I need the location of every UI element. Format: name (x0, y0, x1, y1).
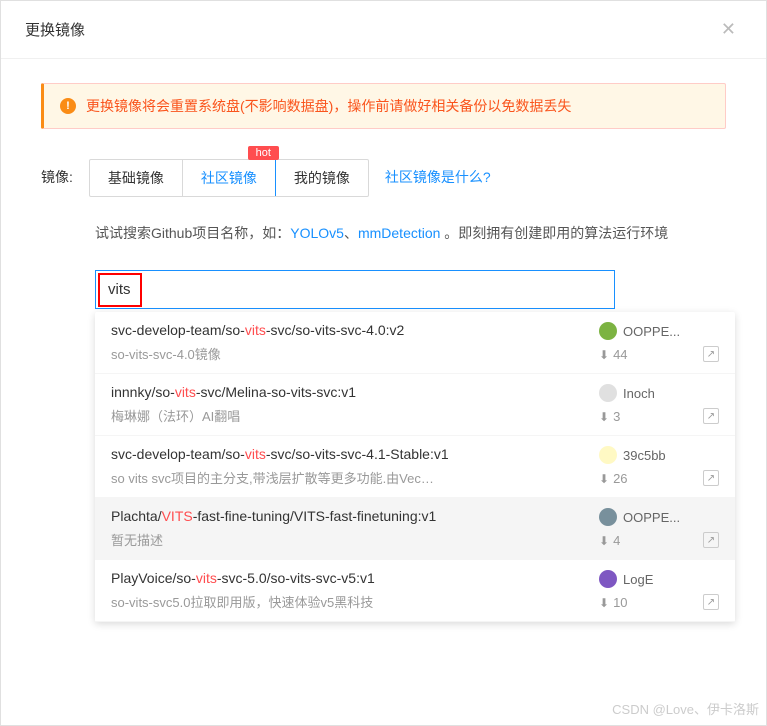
author-name: LogE (623, 572, 653, 587)
download-count: 44 (613, 347, 627, 362)
result-title: PlayVoice/so-vits-svc-5.0/so-vits-svc-v5… (111, 570, 587, 586)
author-row: Inoch (599, 384, 719, 402)
author-row: LogE (599, 570, 719, 588)
download-icon (599, 533, 609, 548)
author-name: OOPPE... (623, 324, 680, 339)
change-image-modal: 更换镜像 ✕ ! 更换镜像将会重置系统盘(不影响数据盘)，操作前请做好相关备份以… (0, 0, 767, 726)
external-link-icon[interactable] (703, 346, 719, 362)
download-count: 3 (613, 409, 620, 424)
search-input[interactable] (95, 270, 615, 309)
result-item[interactable]: Plachta/VITS-fast-fine-tuning/VITS-fast-… (95, 498, 735, 560)
result-item[interactable]: innnky/so-vits-svc/Melina-so-vits-svc:v1… (95, 374, 735, 436)
stats-row: 3 (599, 408, 719, 424)
tab-my-image[interactable]: 我的镜像 (276, 160, 368, 196)
result-right: OOPPE...4 (599, 508, 719, 549)
download-icon (599, 409, 609, 424)
result-left: PlayVoice/so-vits-svc-5.0/so-vits-svc-v5… (111, 570, 587, 611)
modal-header: 更换镜像 ✕ (1, 1, 766, 59)
stats-row: 10 (599, 594, 719, 610)
download-count: 10 (613, 595, 627, 610)
search-results-dropdown: svc-develop-team/so-vits-svc/so-vits-svc… (95, 312, 735, 622)
result-title: svc-develop-team/so-vits-svc/so-vits-svc… (111, 446, 587, 462)
result-desc: so-vits-svc-4.0镜像 (111, 344, 587, 363)
modal-title: 更换镜像 (25, 19, 85, 40)
external-link-icon[interactable] (703, 594, 719, 610)
warning-text: 更换镜像将会重置系统盘(不影响数据盘)，操作前请做好相关备份以免数据丢失 (86, 96, 571, 116)
tab-community-image[interactable]: hot 社区镜像 (183, 160, 276, 196)
result-desc: 梅琳娜（法环）AI翻唱 (111, 406, 587, 425)
download-icon (599, 595, 609, 610)
stats-row: 4 (599, 532, 719, 548)
tab-basic-image[interactable]: 基础镜像 (90, 160, 183, 196)
author-row: OOPPE... (599, 508, 719, 526)
avatar (599, 508, 617, 526)
external-link-icon[interactable] (703, 532, 719, 548)
stats-row: 44 (599, 346, 719, 362)
result-desc: so-vits-svc5.0拉取即用版，快速体验v5黑科技 (111, 592, 587, 611)
community-help-link[interactable]: 社区镜像是什么? (385, 159, 491, 187)
image-type-tabs: 基础镜像 hot 社区镜像 我的镜像 (89, 159, 369, 197)
result-left: svc-develop-team/so-vits-svc/so-vits-svc… (111, 322, 587, 363)
download-icon (599, 471, 609, 486)
form-label: 镜像: (41, 159, 73, 187)
hot-badge: hot (248, 146, 279, 160)
result-right: 39c5bb 26 (599, 446, 719, 487)
download-count: 26 (613, 471, 627, 486)
author-name: OOPPE... (623, 510, 680, 525)
author-name: 39c5bb (623, 448, 666, 463)
result-right: LogE 10 (599, 570, 719, 611)
external-link-icon[interactable] (703, 408, 719, 424)
avatar (599, 322, 617, 340)
search-hint: 试试搜索Github项目名称，如：YOLOv5、mmDetection 。即刻拥… (95, 221, 726, 246)
result-desc: so vits svc项目的主分支,带浅层扩散等更多功能.由Vec… (111, 468, 587, 487)
result-title: svc-develop-team/so-vits-svc/so-vits-svc… (111, 322, 587, 338)
modal-body: ! 更换镜像将会重置系统盘(不影响数据盘)，操作前请做好相关备份以免数据丢失 镜… (1, 59, 766, 333)
image-type-row: 镜像: 基础镜像 hot 社区镜像 我的镜像 社区镜像是什么? (41, 159, 726, 197)
download-count: 4 (613, 533, 620, 548)
result-title: Plachta/VITS-fast-fine-tuning/VITS-fast-… (111, 508, 587, 524)
avatar (599, 384, 617, 402)
external-link-icon[interactable] (703, 470, 719, 486)
tab-community-label: 社区镜像 (201, 170, 257, 186)
warning-alert: ! 更换镜像将会重置系统盘(不影响数据盘)，操作前请做好相关备份以免数据丢失 (41, 83, 726, 129)
author-row: OOPPE... (599, 322, 719, 340)
avatar (599, 446, 617, 464)
search-wrapper: svc-develop-team/so-vits-svc/so-vits-svc… (95, 270, 726, 309)
result-left: innnky/so-vits-svc/Melina-so-vits-svc:v1… (111, 384, 587, 425)
warning-icon: ! (60, 98, 76, 114)
result-item[interactable]: PlayVoice/so-vits-svc-5.0/so-vits-svc-v5… (95, 560, 735, 622)
author-name: Inoch (623, 386, 655, 401)
result-item[interactable]: svc-develop-team/so-vits-svc/so-vits-svc… (95, 312, 735, 374)
result-title: innnky/so-vits-svc/Melina-so-vits-svc:v1 (111, 384, 587, 400)
author-row: 39c5bb (599, 446, 719, 464)
result-left: svc-develop-team/so-vits-svc/so-vits-svc… (111, 446, 587, 487)
stats-row: 26 (599, 470, 719, 486)
avatar (599, 570, 617, 588)
result-right: Inoch3 (599, 384, 719, 425)
result-item[interactable]: svc-develop-team/so-vits-svc/so-vits-svc… (95, 436, 735, 498)
result-desc: 暂无描述 (111, 530, 587, 549)
hint-link-yolov5[interactable]: YOLOv5 (290, 225, 344, 241)
result-right: OOPPE... 44 (599, 322, 719, 363)
close-icon[interactable]: ✕ (715, 17, 742, 42)
result-left: Plachta/VITS-fast-fine-tuning/VITS-fast-… (111, 508, 587, 549)
hint-link-mmdetection[interactable]: mmDetection (358, 225, 440, 241)
download-icon (599, 347, 609, 362)
